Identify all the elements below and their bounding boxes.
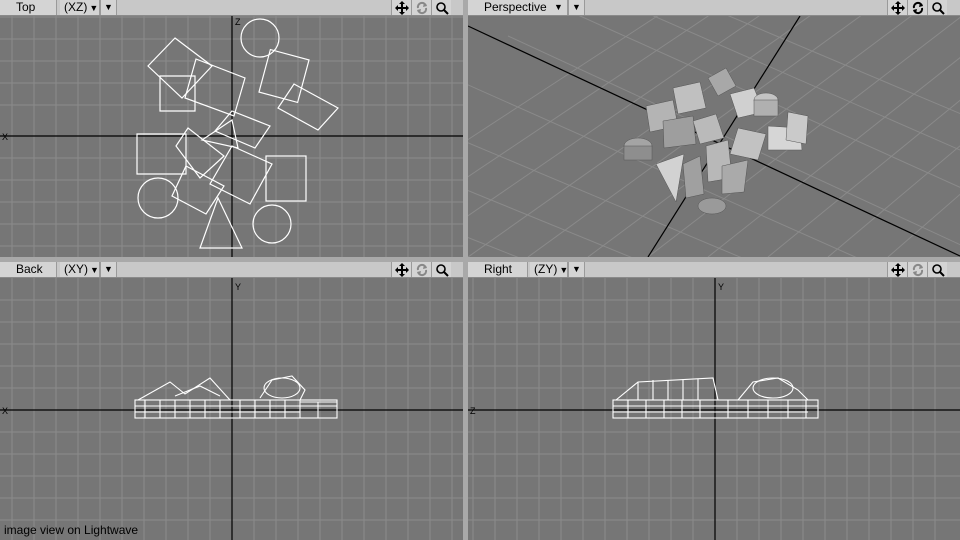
move-view-button[interactable]	[887, 0, 907, 15]
axis-dropdown[interactable]: (ZY) ▼	[530, 262, 568, 277]
wireframe-objects	[134, 375, 338, 419]
viewport-menu-button[interactable]: ▼	[568, 262, 585, 277]
axis-label: (XY)	[64, 262, 88, 276]
viewport-divider-horizontal[interactable]	[0, 257, 960, 262]
axis-v-label: Z	[235, 17, 241, 27]
origin-axes	[468, 278, 960, 540]
viewport-header: Perspective ▼ ▼	[468, 0, 960, 16]
axis-v-label: Y	[235, 282, 241, 292]
chevron-down-icon: ▼	[554, 2, 563, 12]
zoom-icon	[931, 263, 945, 277]
origin-axes	[0, 278, 463, 540]
chevron-down-icon: ▼	[104, 2, 113, 12]
viewport-menu-button[interactable]: ▼	[568, 0, 585, 15]
move-icon	[394, 0, 409, 15]
axis-dropdown[interactable]: (XY) ▼	[60, 262, 100, 277]
wireframe-objects	[136, 18, 339, 249]
zoom-view-button[interactable]	[431, 0, 451, 15]
viewport-right[interactable]: Right (ZY) ▼ ▼ Z Y	[468, 262, 960, 540]
viewport-header: Top (XZ) ▼ ▼	[0, 0, 463, 16]
zoom-view-button[interactable]	[927, 0, 947, 15]
view-type-dropdown[interactable]: Right	[468, 262, 528, 277]
view-type-label: Perspective	[484, 0, 547, 14]
axis-h-label: Z	[470, 406, 476, 416]
chevron-down-icon: ▼	[89, 3, 99, 13]
viewport-top[interactable]: Top (XZ) ▼ ▼ X Z	[0, 0, 463, 257]
viewport-menu-button[interactable]: ▼	[100, 0, 117, 15]
axis-label: (XZ)	[64, 0, 88, 14]
rotate-view-button[interactable]	[907, 0, 927, 15]
viewport-menu-button[interactable]: ▼	[100, 262, 117, 277]
viewport-back[interactable]: Back (XY) ▼ ▼ X Y image view on Lightwav…	[0, 262, 463, 540]
axis-h-label: X	[2, 406, 8, 416]
zoom-icon	[931, 1, 945, 15]
top-canvas[interactable]: X Z	[0, 16, 463, 257]
rotate-icon	[912, 1, 923, 14]
rotate-icon	[416, 1, 427, 14]
axis-v-label: Y	[718, 282, 724, 292]
chevron-down-icon: ▼	[104, 264, 113, 274]
axis-dropdown[interactable]: (XZ) ▼	[60, 0, 100, 15]
axis-label: (ZY)	[534, 262, 558, 276]
viewport-divider-vertical[interactable]	[463, 0, 468, 540]
view-type-caret-button[interactable]: ▼	[550, 0, 567, 15]
view-type-dropdown[interactable]: Top	[0, 0, 57, 15]
grid	[468, 278, 960, 540]
rotate-icon	[912, 263, 923, 276]
move-view-button[interactable]	[887, 262, 907, 277]
zoom-view-button[interactable]	[927, 262, 947, 277]
caption-text: image view on Lightwave	[4, 523, 139, 537]
rotate-icon	[416, 263, 427, 276]
rotate-view-button[interactable]	[411, 262, 431, 277]
viewport-perspective[interactable]: Perspective ▼ ▼	[468, 0, 960, 257]
chevron-down-icon: ▼	[572, 2, 581, 12]
viewport-header: Back (XY) ▼ ▼	[0, 262, 463, 278]
move-view-button[interactable]	[391, 0, 411, 15]
view-type-dropdown[interactable]: Back	[0, 262, 57, 277]
chevron-down-icon: ▼	[559, 265, 569, 275]
view-type-label: Back	[16, 262, 43, 276]
rotate-view-button[interactable]	[411, 0, 431, 15]
zoom-icon	[435, 263, 449, 277]
origin-axes	[0, 16, 463, 257]
rotate-view-button[interactable]	[907, 262, 927, 277]
move-view-button[interactable]	[391, 262, 411, 277]
perspective-canvas[interactable]	[468, 16, 960, 257]
view-type-label: Top	[16, 0, 36, 14]
right-canvas[interactable]: Z Y	[468, 278, 960, 540]
back-canvas[interactable]: X Y	[0, 278, 463, 540]
move-icon	[890, 0, 905, 15]
axis-h-label: X	[2, 132, 8, 142]
move-icon	[890, 262, 905, 277]
view-type-label: Right	[484, 262, 513, 276]
move-icon	[394, 262, 409, 277]
viewport-header: Right (ZY) ▼ ▼	[468, 262, 960, 278]
zoom-icon	[435, 1, 449, 15]
chevron-down-icon: ▼	[90, 265, 99, 275]
zoom-view-button[interactable]	[431, 262, 451, 277]
chevron-down-icon: ▼	[572, 264, 581, 274]
